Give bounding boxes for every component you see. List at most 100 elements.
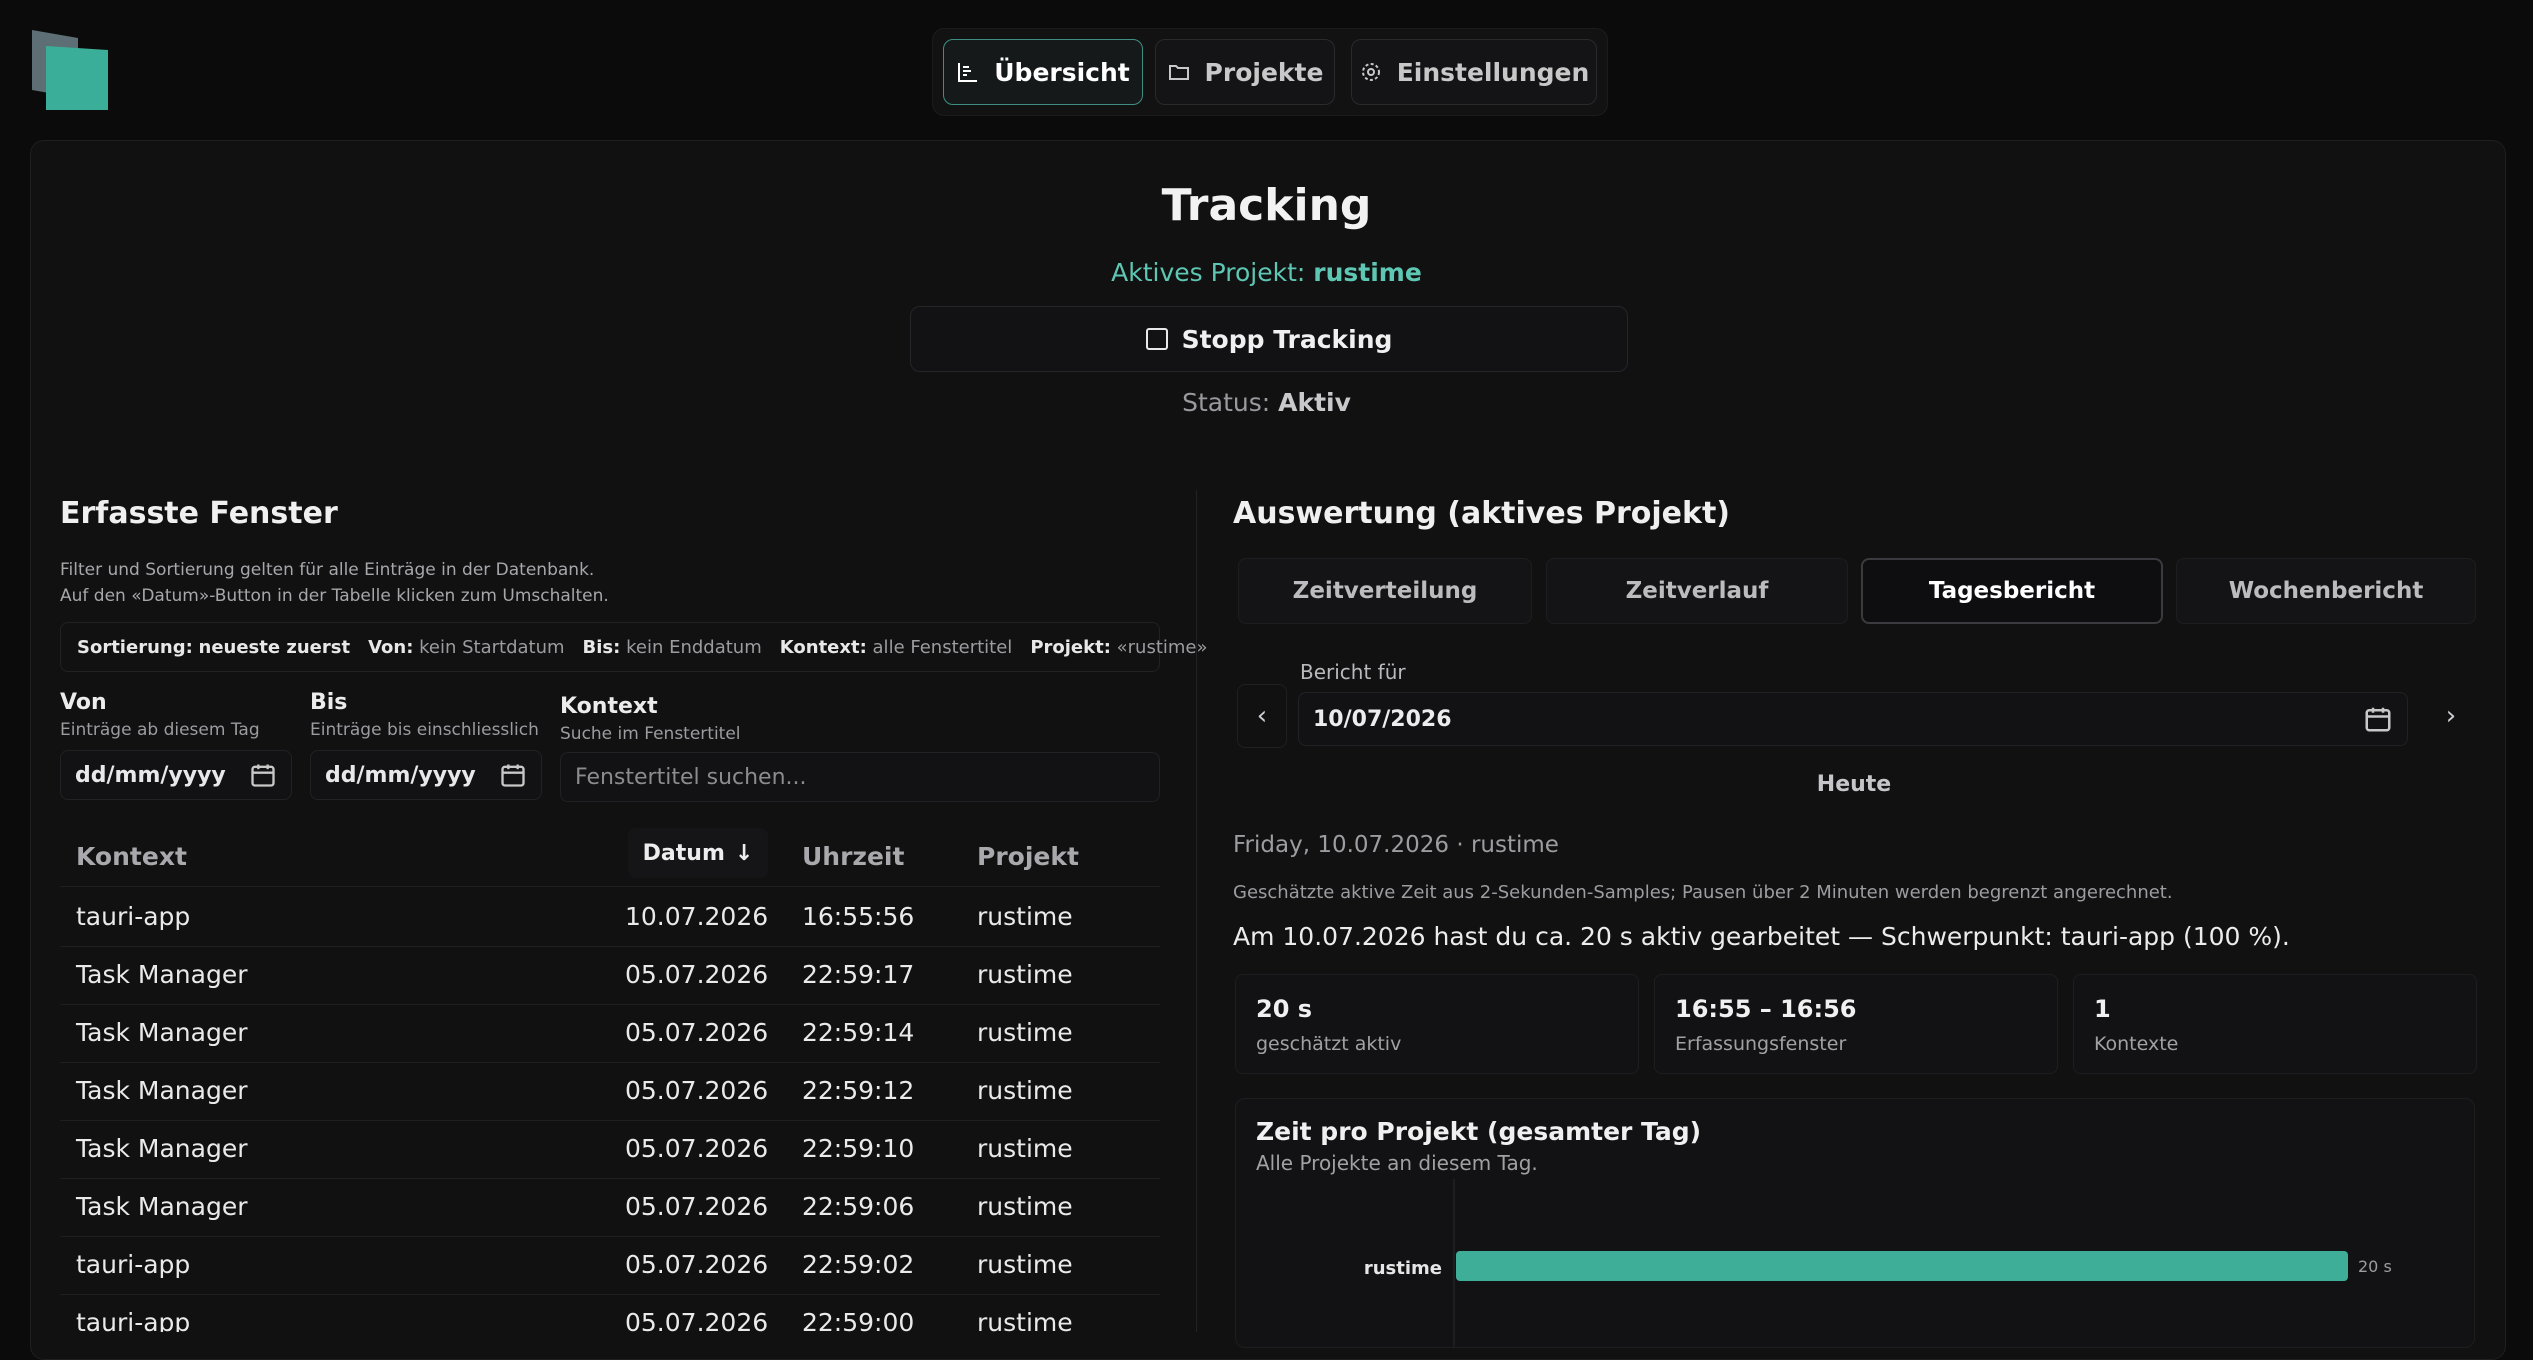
to-date-input[interactable]: dd/mm/yyyy <box>310 750 542 800</box>
table-row[interactable]: Task Manager 05.07.2026 22:59:17 rustime <box>60 946 1160 1005</box>
filter-summary-bar: Sortierung: neueste zuerst Von: kein Sta… <box>60 622 1208 672</box>
table-row[interactable]: Task Manager 05.07.2026 22:59:14 rustime <box>60 1004 1160 1063</box>
nav-settings[interactable]: Einstellungen <box>1351 39 1597 105</box>
cell-time: 22:59:10 <box>802 1134 915 1163</box>
cell-context: tauri-app <box>76 1308 191 1332</box>
nav-settings-label: Einstellungen <box>1396 57 1590 87</box>
column-date: Datum <box>642 840 725 866</box>
stop-tracking-label: Stopp Tracking <box>1181 324 1393 354</box>
report-for-label: Bericht für <box>1300 660 1406 684</box>
cell-context: Task Manager <box>76 1018 248 1047</box>
cell-time: 22:59:12 <box>802 1076 915 1105</box>
active-project: Aktives Projekt: rustime <box>0 258 2533 287</box>
cell-date: 05.07.2026 <box>625 1134 769 1163</box>
stat-card-contexts: 1 Kontexte <box>2073 974 2477 1074</box>
active-project-label: Aktives Projekt: <box>1111 258 1306 287</box>
cell-date: 05.07.2026 <box>625 1192 769 1221</box>
tab-zeitverlauf[interactable]: Zeitverlauf <box>1546 558 1848 624</box>
cell-date: 10.07.2026 <box>625 902 769 931</box>
tab-zeitverteilung[interactable]: Zeitverteilung <box>1238 558 1532 624</box>
table-row[interactable]: tauri-app 05.07.2026 22:59:02 rustime <box>60 1236 1160 1295</box>
to-label: Bis <box>310 690 348 715</box>
to-sublabel: Einträge bis einschliesslich <box>310 720 539 740</box>
calendar-icon <box>251 764 275 787</box>
stat-contexts-label: Kontexte <box>2094 1033 2179 1055</box>
context-label: Kontext <box>560 694 658 719</box>
app-logo <box>32 30 108 110</box>
stat-window-value: 16:55 – 16:56 <box>1675 995 1857 1023</box>
calendar-icon <box>2365 707 2391 732</box>
from-sublabel: Einträge ab diesem Tag <box>60 720 260 740</box>
table-row[interactable]: Task Manager 05.07.2026 22:59:10 rustime <box>60 1120 1160 1179</box>
cell-context: Task Manager <box>76 1134 248 1163</box>
stat-card-window: 16:55 – 16:56 Erfassungsfenster <box>1654 974 2058 1074</box>
table-header: Kontext Datum ↓ Uhrzeit Projekt <box>60 820 1160 887</box>
cell-time: 22:59:17 <box>802 960 915 989</box>
cell-project: rustime <box>977 902 1073 931</box>
cell-project: rustime <box>977 960 1073 989</box>
status-value: Aktiv <box>1278 388 1351 417</box>
cell-date: 05.07.2026 <box>625 1250 769 1279</box>
table-row[interactable]: Task Manager 05.07.2026 22:59:06 rustime <box>60 1178 1160 1237</box>
cell-project: rustime <box>977 1134 1073 1163</box>
time-per-project-chart-card: Zeit pro Projekt (gesamter Tag) Alle Pro… <box>1235 1098 2475 1348</box>
nav-projects-label: Projekte <box>1204 57 1324 87</box>
report-date-input[interactable]: 10/07/2026 <box>1298 692 2408 746</box>
cell-date: 05.07.2026 <box>625 1018 769 1047</box>
cell-context: Task Manager <box>76 1076 248 1105</box>
to-date-value: dd/mm/yyyy <box>325 762 476 788</box>
bar-chart-icon <box>958 63 978 82</box>
windows-heading: Erfasste Fenster <box>60 496 338 531</box>
next-day-button[interactable]: › <box>2426 684 2476 748</box>
table-row[interactable]: Task Manager 05.07.2026 22:59:12 rustime <box>60 1062 1160 1121</box>
nav-overview[interactable]: Übersicht <box>943 39 1143 105</box>
section-divider <box>1196 490 1197 1332</box>
analysis-heading: Auswertung (aktives Projekt) <box>1233 496 1731 531</box>
stat-active-value: 20 s <box>1256 995 1313 1023</box>
stat-active-label: geschätzt aktiv <box>1256 1033 1402 1055</box>
table-row[interactable]: tauri-app 10.07.2026 16:55:56 rustime <box>60 888 1160 947</box>
tab-tagesbericht[interactable]: Tagesbericht <box>1861 558 2163 624</box>
chart-value-label: 20 s <box>2358 1257 2392 1276</box>
windows-hint-2: Auf den «Datum»-Button in der Tabelle kl… <box>60 586 609 606</box>
cell-context: Task Manager <box>76 1192 248 1221</box>
filter-from: Von: kein Startdatum <box>368 636 565 658</box>
context-search-placeholder: Fenstertitel suchen... <box>575 764 807 790</box>
from-date-input[interactable]: dd/mm/yyyy <box>60 750 292 800</box>
sort-date-button[interactable]: Datum ↓ <box>628 828 768 878</box>
cell-context: Task Manager <box>76 960 248 989</box>
filter-sort: Sortierung: neueste zuerst <box>77 636 351 658</box>
report-day-line: Friday, 10.07.2026 · rustime <box>1233 832 1559 858</box>
status-label: Status: <box>1182 388 1271 417</box>
previous-day-button[interactable]: ‹ <box>1237 684 1287 748</box>
cell-context: tauri-app <box>76 1250 191 1279</box>
gear-icon <box>1361 63 1380 81</box>
stat-card-active: 20 s geschätzt aktiv <box>1235 974 1639 1074</box>
chart-title: Zeit pro Projekt (gesamter Tag) <box>1256 1117 1702 1146</box>
cell-project: rustime <box>977 1018 1073 1047</box>
column-project: Projekt <box>977 842 1079 871</box>
chevron-right-icon: › <box>2445 701 2457 731</box>
filter-to: Bis: kein Enddatum <box>582 636 762 658</box>
nav-projects[interactable]: Projekte <box>1155 39 1335 105</box>
cell-date: 05.07.2026 <box>625 960 769 989</box>
from-date-value: dd/mm/yyyy <box>75 762 226 788</box>
context-search-input[interactable]: Fenstertitel suchen... <box>560 752 1160 802</box>
table-row[interactable]: tauri-app 05.07.2026 22:59:00 rustime <box>60 1294 1160 1332</box>
chart-category-label: rustime <box>1364 1258 1442 1279</box>
cell-time: 22:59:00 <box>802 1308 915 1332</box>
stop-tracking-button[interactable]: Stopp Tracking <box>910 306 1628 372</box>
day-summary: Am 10.07.2026 hast du ca. 20 s aktiv gea… <box>1233 922 2290 951</box>
estimation-note: Geschätzte aktive Zeit aus 2-Sekunden-Sa… <box>1233 882 2173 903</box>
stat-contexts-value: 1 <box>2094 995 2111 1023</box>
tab-wochenbericht[interactable]: Wochenbericht <box>2176 558 2476 624</box>
cell-project: rustime <box>977 1250 1073 1279</box>
cell-time: 16:55:56 <box>802 902 915 931</box>
time-per-project-chart: rustime 20 s <box>1364 1179 2392 1347</box>
cell-project: rustime <box>977 1308 1073 1332</box>
stat-window-label: Erfassungsfenster <box>1675 1033 1847 1055</box>
cell-time: 22:59:06 <box>802 1192 915 1221</box>
today-button[interactable]: Heute <box>1233 772 2475 797</box>
cell-date: 05.07.2026 <box>625 1076 769 1105</box>
cell-project: rustime <box>977 1076 1073 1105</box>
